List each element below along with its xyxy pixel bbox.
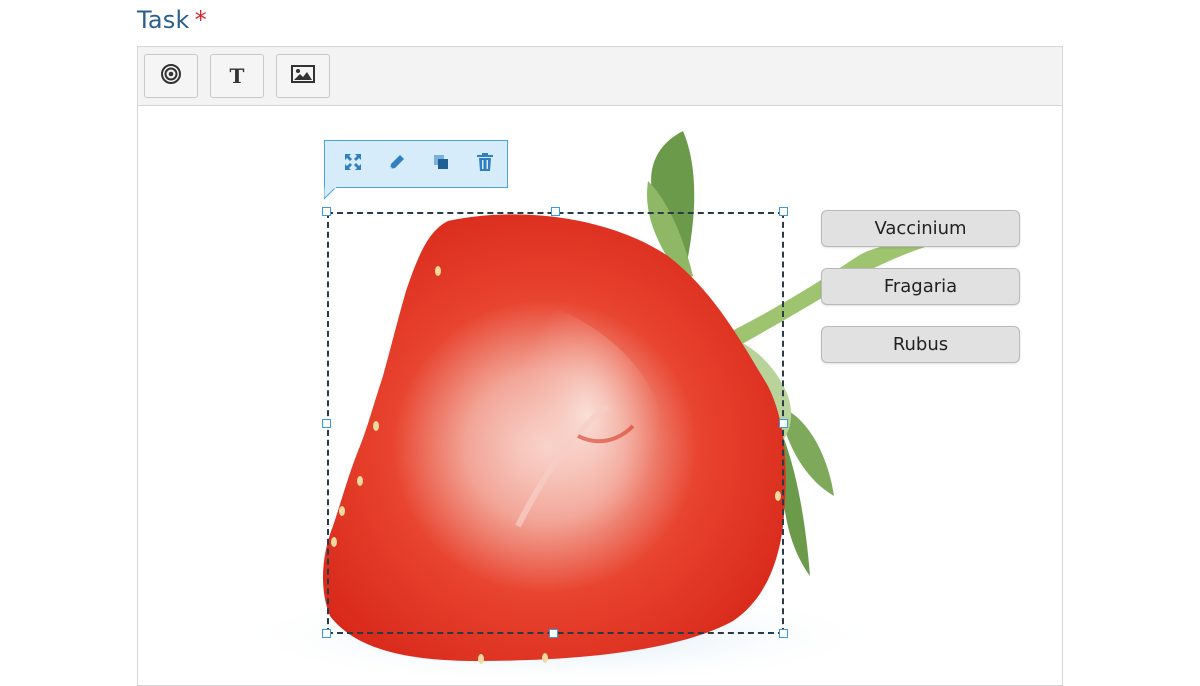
element-context-toolbar xyxy=(324,140,508,188)
resize-handle[interactable] xyxy=(779,629,788,638)
add-image-button[interactable] xyxy=(276,54,330,98)
context-toolbar-pointer xyxy=(324,187,337,200)
add-text-button[interactable]: T xyxy=(210,54,264,98)
editor-toolbar: T xyxy=(138,47,1062,106)
editor-panel: T Vaccinium Fragaria Rubus xyxy=(137,46,1063,686)
pencil-icon xyxy=(387,152,407,177)
draggable-text-rubus[interactable]: Rubus xyxy=(821,326,1020,363)
resize-handle[interactable] xyxy=(322,419,331,428)
editor-canvas[interactable]: Vaccinium Fragaria Rubus xyxy=(138,106,1062,685)
edit-button[interactable] xyxy=(383,150,411,178)
resize-handle[interactable] xyxy=(322,629,331,638)
text-icon: T xyxy=(229,64,245,88)
trash-icon xyxy=(476,152,494,177)
resize-handle[interactable] xyxy=(549,629,558,638)
resize-handle[interactable] xyxy=(779,419,788,428)
required-asterisk: * xyxy=(194,6,207,34)
target-icon xyxy=(160,63,182,90)
layers-icon xyxy=(432,153,450,176)
image-selection-box[interactable] xyxy=(327,212,784,634)
draggable-text-fragaria[interactable]: Fragaria xyxy=(821,268,1020,305)
expand-icon xyxy=(343,152,363,177)
delete-button[interactable] xyxy=(471,150,499,178)
bring-to-front-button[interactable] xyxy=(427,150,455,178)
task-heading: Task * xyxy=(137,6,207,34)
task-title-text: Task xyxy=(137,6,190,34)
add-drop-zone-button[interactable] xyxy=(144,54,198,98)
resize-handle[interactable] xyxy=(779,207,788,216)
draggable-text-vaccinium[interactable]: Vaccinium xyxy=(821,210,1020,247)
expand-button[interactable] xyxy=(339,150,367,178)
resize-handle[interactable] xyxy=(551,207,560,216)
image-icon xyxy=(291,64,315,88)
resize-handle[interactable] xyxy=(322,207,331,216)
